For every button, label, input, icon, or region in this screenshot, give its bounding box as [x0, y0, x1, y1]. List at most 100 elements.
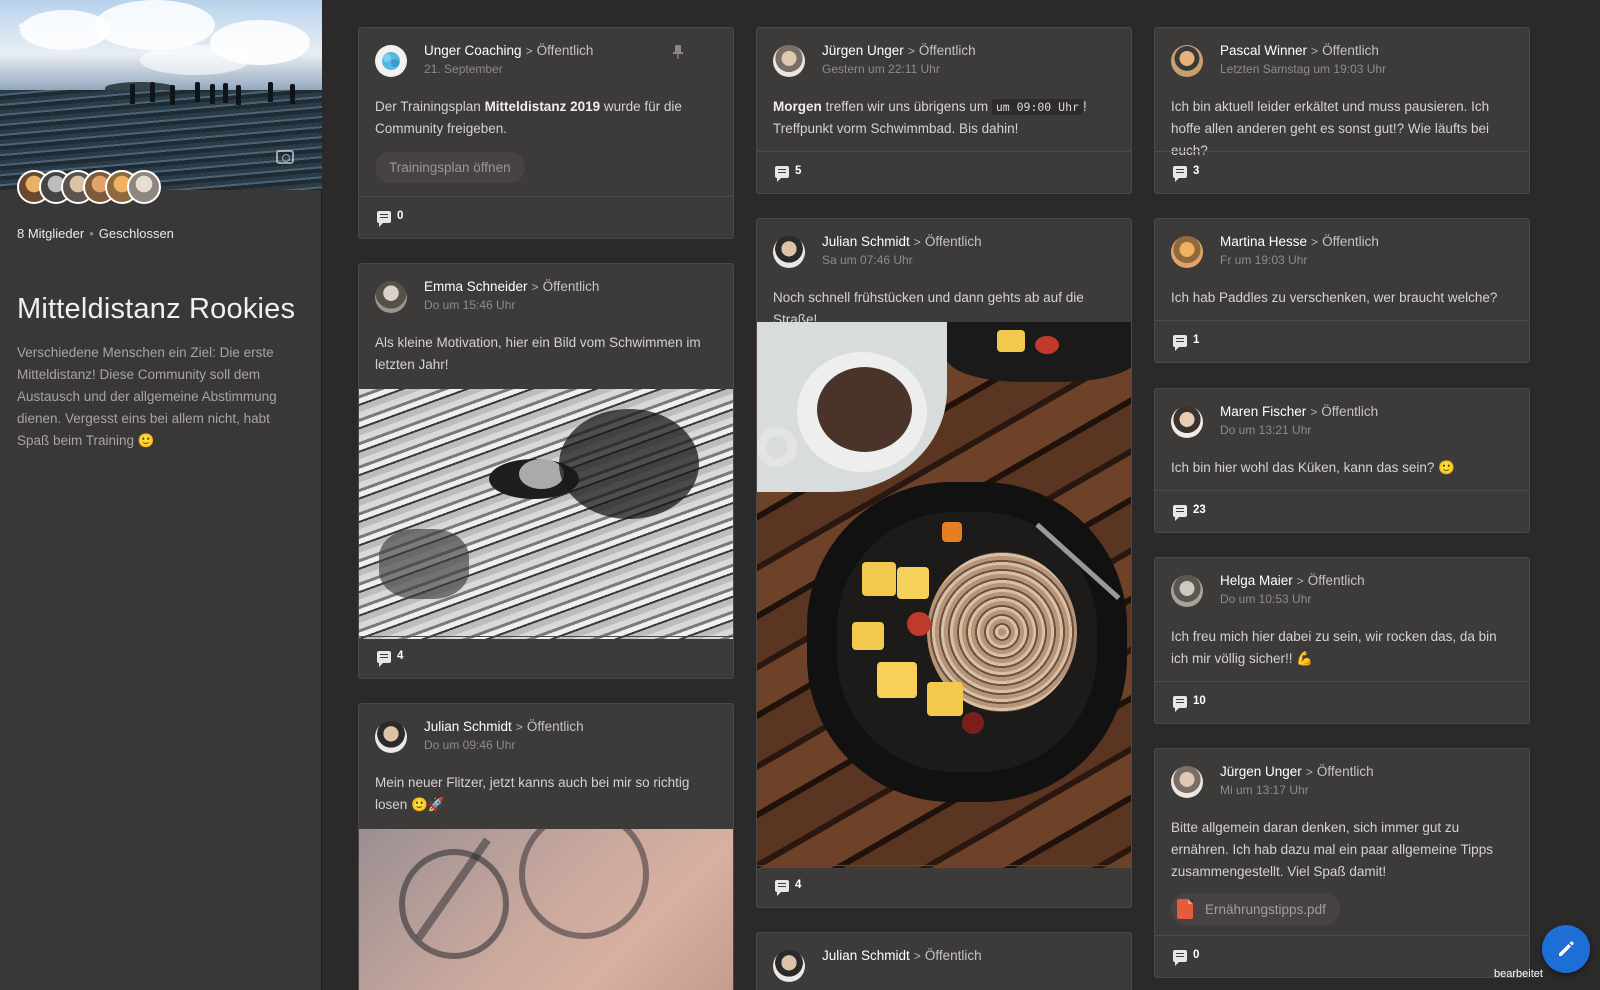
post-text: Als kleine Motivation, hier ein Bild vom… [375, 335, 701, 372]
post-footer: 3 [1155, 151, 1529, 193]
comment-icon[interactable] [377, 651, 391, 667]
visibility-label: Öffentlich [924, 948, 982, 963]
group-sidebar: ← 8 Mitglieder • Geschlossen Mitteldistanz… [0, 0, 322, 990]
comment-icon[interactable] [775, 880, 789, 896]
post-timestamp: Do um 09:46 Uhr [424, 738, 516, 752]
comment-count: 4 [397, 650, 404, 662]
author-name[interactable]: Julian Schmidt [424, 719, 512, 734]
chevron-right-icon: > [1310, 405, 1318, 419]
author-name[interactable]: Pascal Winner [1220, 43, 1307, 58]
avatar[interactable] [1171, 766, 1203, 798]
group-description: Verschiedene Menschen ein Ziel: Die erst… [17, 345, 277, 448]
visibility-label: Öffentlich [1322, 234, 1379, 249]
post-feed: Unger Coaching > Öffentlich 21. September … [322, 0, 1600, 990]
post-card[interactable]: Unger Coaching > Öffentlich 21. September … [358, 27, 734, 239]
comment-icon[interactable] [1173, 696, 1187, 712]
arrow-left-icon[interactable]: ← [14, 11, 36, 33]
privacy-status: Geschlossen [98, 226, 174, 241]
post-card[interactable]: Martina Hesse > Öffentlich Fr um 19:03 Uhr… [1154, 218, 1530, 363]
pdf-attachment[interactable]: Ernährungstipps.pdf [1171, 893, 1340, 925]
author-name[interactable]: Maren Fischer [1220, 404, 1306, 419]
post-card[interactable]: Jürgen Unger > Öffentlich Gestern um 22:11… [756, 27, 1132, 194]
post-timestamp: Do um 15:46 Uhr [424, 298, 516, 312]
post-timestamp: Do um 10:53 Uhr [1220, 592, 1312, 606]
post-footer: 1 [1155, 320, 1529, 362]
avatar[interactable] [375, 45, 407, 77]
avatar[interactable] [773, 45, 805, 77]
avatar[interactable] [1171, 236, 1203, 268]
group-cover-image: ← [0, 0, 322, 190]
post-image-swimmer[interactable] [359, 389, 733, 639]
post-footer: 0 [1155, 935, 1529, 977]
group-meta: 8 Mitglieder • Geschlossen [17, 226, 174, 241]
author-name[interactable]: Jürgen Unger [822, 43, 904, 58]
post-card[interactable]: Helga Maier > Öffentlich Do um 10:53 Uhr I… [1154, 557, 1530, 724]
chevron-right-icon: > [531, 280, 539, 294]
post-card[interactable]: Julian Schmidt > Öffentlich [756, 932, 1132, 990]
comment-count: 10 [1193, 695, 1206, 707]
compose-post-button[interactable] [1542, 925, 1590, 973]
visibility-label: Öffentlich [1322, 43, 1379, 58]
comment-count: 0 [397, 210, 404, 222]
post-text: Mein neuer Flitzer, jetzt kanns auch bei… [375, 775, 690, 812]
chevron-right-icon: > [1311, 235, 1319, 249]
visibility-label: Öffentlich [1316, 764, 1374, 779]
camera-icon[interactable] [276, 150, 294, 164]
avatar[interactable] [773, 950, 805, 982]
post-card[interactable]: Jürgen Unger > Öffentlich Mi um 13:17 Uhr … [1154, 748, 1530, 978]
post-card[interactable]: Pascal Winner > Öffentlich Letzten Samstag… [1154, 27, 1530, 194]
pdf-file-icon [1177, 899, 1193, 919]
comment-icon[interactable] [1173, 335, 1187, 351]
pin-icon[interactable] [673, 45, 683, 59]
post-image-breakfast[interactable] [757, 322, 1131, 868]
author-name[interactable]: Jürgen Unger [1220, 764, 1302, 779]
post-text: Bitte allgemein daran denken, sich immer… [1171, 820, 1493, 879]
avatar[interactable] [1171, 45, 1203, 77]
author-name[interactable]: Martina Hesse [1220, 234, 1307, 249]
visibility-label: Öffentlich [536, 43, 594, 58]
post-timestamp: Sa um 07:46 Uhr [822, 253, 913, 267]
avatar[interactable] [375, 281, 407, 313]
member-count[interactable]: 8 Mitglieder [17, 226, 84, 241]
avatar[interactable] [773, 236, 805, 268]
post-text: Ich bin hier wohl das Küken, kann das se… [1171, 460, 1455, 475]
comment-icon[interactable] [1173, 166, 1187, 182]
comment-count: 5 [795, 165, 802, 177]
comment-icon[interactable] [1173, 950, 1187, 966]
comment-count: 4 [795, 879, 802, 891]
author-name[interactable]: Helga Maier [1220, 573, 1293, 588]
avatar[interactable] [1171, 575, 1203, 607]
author-name[interactable]: Unger Coaching [424, 43, 522, 58]
chevron-right-icon: > [1305, 765, 1313, 779]
post-card[interactable]: Maren Fischer > Öffentlich Do um 13:21 Uhr… [1154, 388, 1530, 533]
author-name[interactable]: Julian Schmidt [822, 234, 910, 249]
avatar[interactable] [375, 721, 407, 753]
attachment-name: Ernährungstipps.pdf [1205, 901, 1326, 917]
post-card[interactable]: Emma Schneider > Öffentlich Do um 15:46 Uh… [358, 263, 734, 679]
comment-icon[interactable] [775, 166, 789, 182]
post-card[interactable]: Julian Schmidt > Öffentlich Sa um 07:46 Uh… [756, 218, 1132, 908]
pencil-icon [1559, 941, 1574, 956]
chevron-right-icon: > [515, 720, 523, 734]
visibility-label: Öffentlich [1321, 404, 1379, 419]
post-text: Ich hab Paddles zu verschenken, wer brau… [1171, 290, 1498, 305]
post-card[interactable]: Julian Schmidt > Öffentlich Do um 09:46 Uh… [358, 703, 734, 990]
open-training-plan-button[interactable]: Trainingsplan öffnen [375, 152, 525, 183]
post-footer: 23 [1155, 490, 1529, 532]
post-timestamp: Do um 13:21 Uhr [1220, 423, 1312, 437]
visibility-label: Öffentlich [1307, 573, 1365, 588]
post-footer: 4 [757, 865, 1131, 907]
post-text: Ich freu mich hier dabei zu sein, wir ro… [1171, 629, 1497, 666]
author-name[interactable]: Julian Schmidt [822, 948, 910, 963]
comment-count: 3 [1193, 165, 1200, 177]
comment-count: 23 [1193, 504, 1206, 516]
post-text: Morgen treffen wir uns übrigens um um 09… [773, 99, 1087, 136]
comment-count: 0 [1193, 949, 1200, 961]
author-name[interactable]: Emma Schneider [424, 279, 528, 294]
comment-icon[interactable] [377, 211, 391, 227]
post-timestamp: Gestern um 22:11 Uhr [822, 62, 940, 76]
post-image-bike[interactable] [359, 829, 733, 990]
avatar[interactable] [1171, 406, 1203, 438]
comment-icon[interactable] [1173, 505, 1187, 521]
post-footer: 5 [757, 151, 1131, 193]
